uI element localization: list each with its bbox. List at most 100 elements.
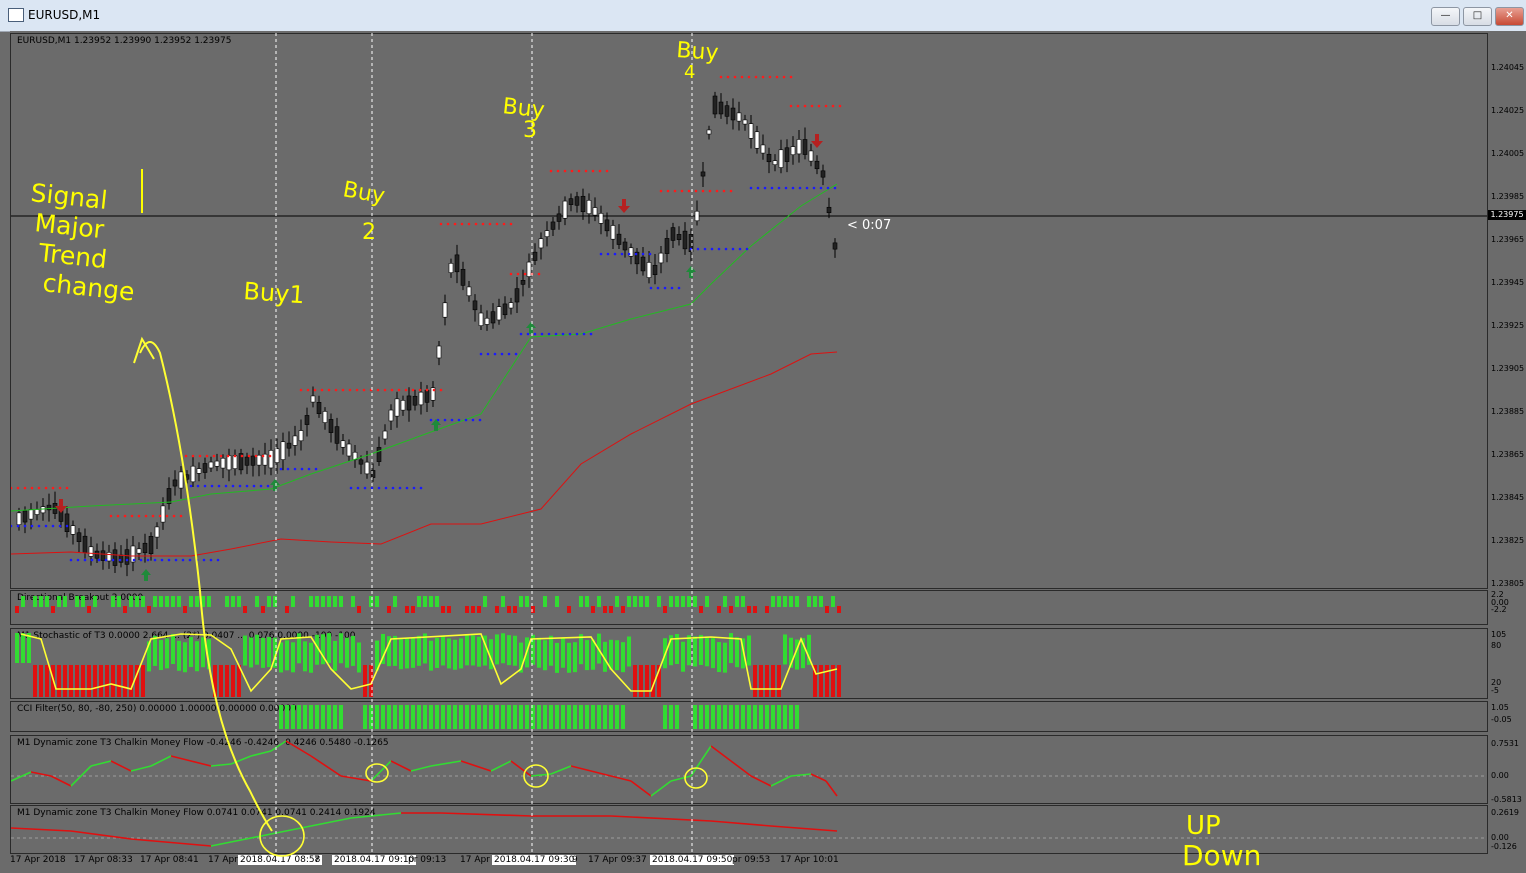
candle-body [316,402,322,414]
resistance-dot [726,75,730,79]
cci-filter-pane[interactable]: CCI Filter(50, 80, -80, 250) 0.00000 1.0… [10,701,1488,732]
histogram-bar [351,596,355,607]
resistance-dot [411,388,415,392]
candle-body [88,546,94,557]
stochastic-pane[interactable]: M1 Stochastic of T3 0.0000 2.664 ... (2*… [10,628,1488,699]
support-dot [554,332,558,336]
support-dot [224,484,228,488]
support-dot [450,418,454,422]
histogram-bar [183,642,187,673]
histogram-bar [585,705,589,729]
histogram-bar [321,705,325,729]
indicator-tick-label: 0.00 [1491,833,1509,842]
candle-body [694,210,700,222]
candle-body [790,146,796,156]
resistance-dot [327,388,331,392]
histogram-bar [201,637,205,668]
histogram-bar [351,635,355,666]
money-flow-segment [460,760,492,772]
histogram-bar [753,665,757,697]
support-dot [307,467,311,471]
resistance-dot [268,454,272,458]
candle-body [424,389,430,403]
histogram-bar [531,705,535,729]
chart-area[interactable]: EURUSD,M1 1.23952 1.23990 1.23952 1.2397… [10,31,1526,873]
histogram-bar [693,596,697,607]
histogram-bar [513,635,517,666]
resistance-dot [591,169,595,173]
histogram-bar [411,637,415,668]
maximize-button[interactable]: □ [1463,7,1492,26]
money-flow-segment [825,780,838,797]
resistance-dot [226,454,230,458]
money-flow-segment [50,775,72,787]
histogram-bar [537,637,541,668]
histogram-bar [165,596,169,607]
candle-body [730,107,736,121]
resistance-dot [509,272,513,276]
resistance-dot [481,222,485,226]
resistance-dot [254,454,258,458]
money-flow-segment [510,760,532,777]
resistance-dot [313,388,317,392]
directional-breakout-pane[interactable]: Directional Breakout 2.0000 [10,590,1488,625]
minimize-button[interactable]: — [1431,7,1460,26]
histogram-bar [15,633,19,663]
candle-body [490,311,496,324]
histogram-bar [333,640,337,671]
candle-body [274,448,280,463]
histogram-bar [699,705,703,729]
resistance-dot [530,272,534,276]
candle-body [472,300,478,311]
histogram-bar [117,665,121,697]
histogram-bar [495,634,499,665]
histogram-bar [93,665,97,697]
histogram-bar [243,606,247,613]
support-dot [606,252,610,256]
histogram-bar [507,705,511,729]
histogram-bar [303,641,307,672]
support-dot [819,186,823,190]
chalkin-1-svg [11,740,1487,797]
candle-body [394,398,400,417]
candle-body [706,129,712,135]
main-price-pane[interactable]: EURUSD,M1 1.23952 1.23990 1.23952 1.2397… [10,33,1488,589]
histogram-bar [525,705,529,729]
candle-body [562,200,568,219]
resistance-dot [789,75,793,79]
support-dot [833,186,837,190]
histogram-bar [813,596,817,607]
resistance-dot [397,388,401,392]
histogram-bar [87,606,91,613]
histogram-bar [405,638,409,669]
candle-body [784,147,790,162]
time-axis-label: 17 Apr 10:01 [780,855,839,865]
histogram-bar [471,705,475,729]
support-dot [770,186,774,190]
histogram-bar [441,606,445,613]
resistance-dot [376,388,380,392]
resistance-dot [341,388,345,392]
money-flow-segment [270,740,287,752]
close-button[interactable]: ✕ [1495,7,1524,26]
chalkin-money-flow-pane-2[interactable]: M1 Dynamic zone T3 Chalkin Money Flow 0.… [10,805,1488,854]
support-dot [689,247,693,251]
histogram-bar [567,606,571,613]
money-flow-segment [90,760,112,767]
histogram-bar [435,637,439,668]
histogram-bar [63,665,67,697]
support-dot [384,486,388,490]
chalkin-money-flow-pane-1[interactable]: M1 Dynamic zone T3 Chalkin Money Flow -0… [10,735,1488,804]
histogram-bar [579,705,583,729]
histogram-bar [255,596,259,607]
histogram-bar [495,606,499,613]
resistance-dot [761,75,765,79]
histogram-bar [369,596,373,607]
support-dot [181,558,185,562]
chart-window-icon [8,8,24,22]
support-dot [627,252,631,256]
price-tick-label: 1.23845 [1491,493,1525,502]
candle-body [178,471,184,489]
histogram-bar [441,705,445,729]
support-dot [663,286,667,290]
